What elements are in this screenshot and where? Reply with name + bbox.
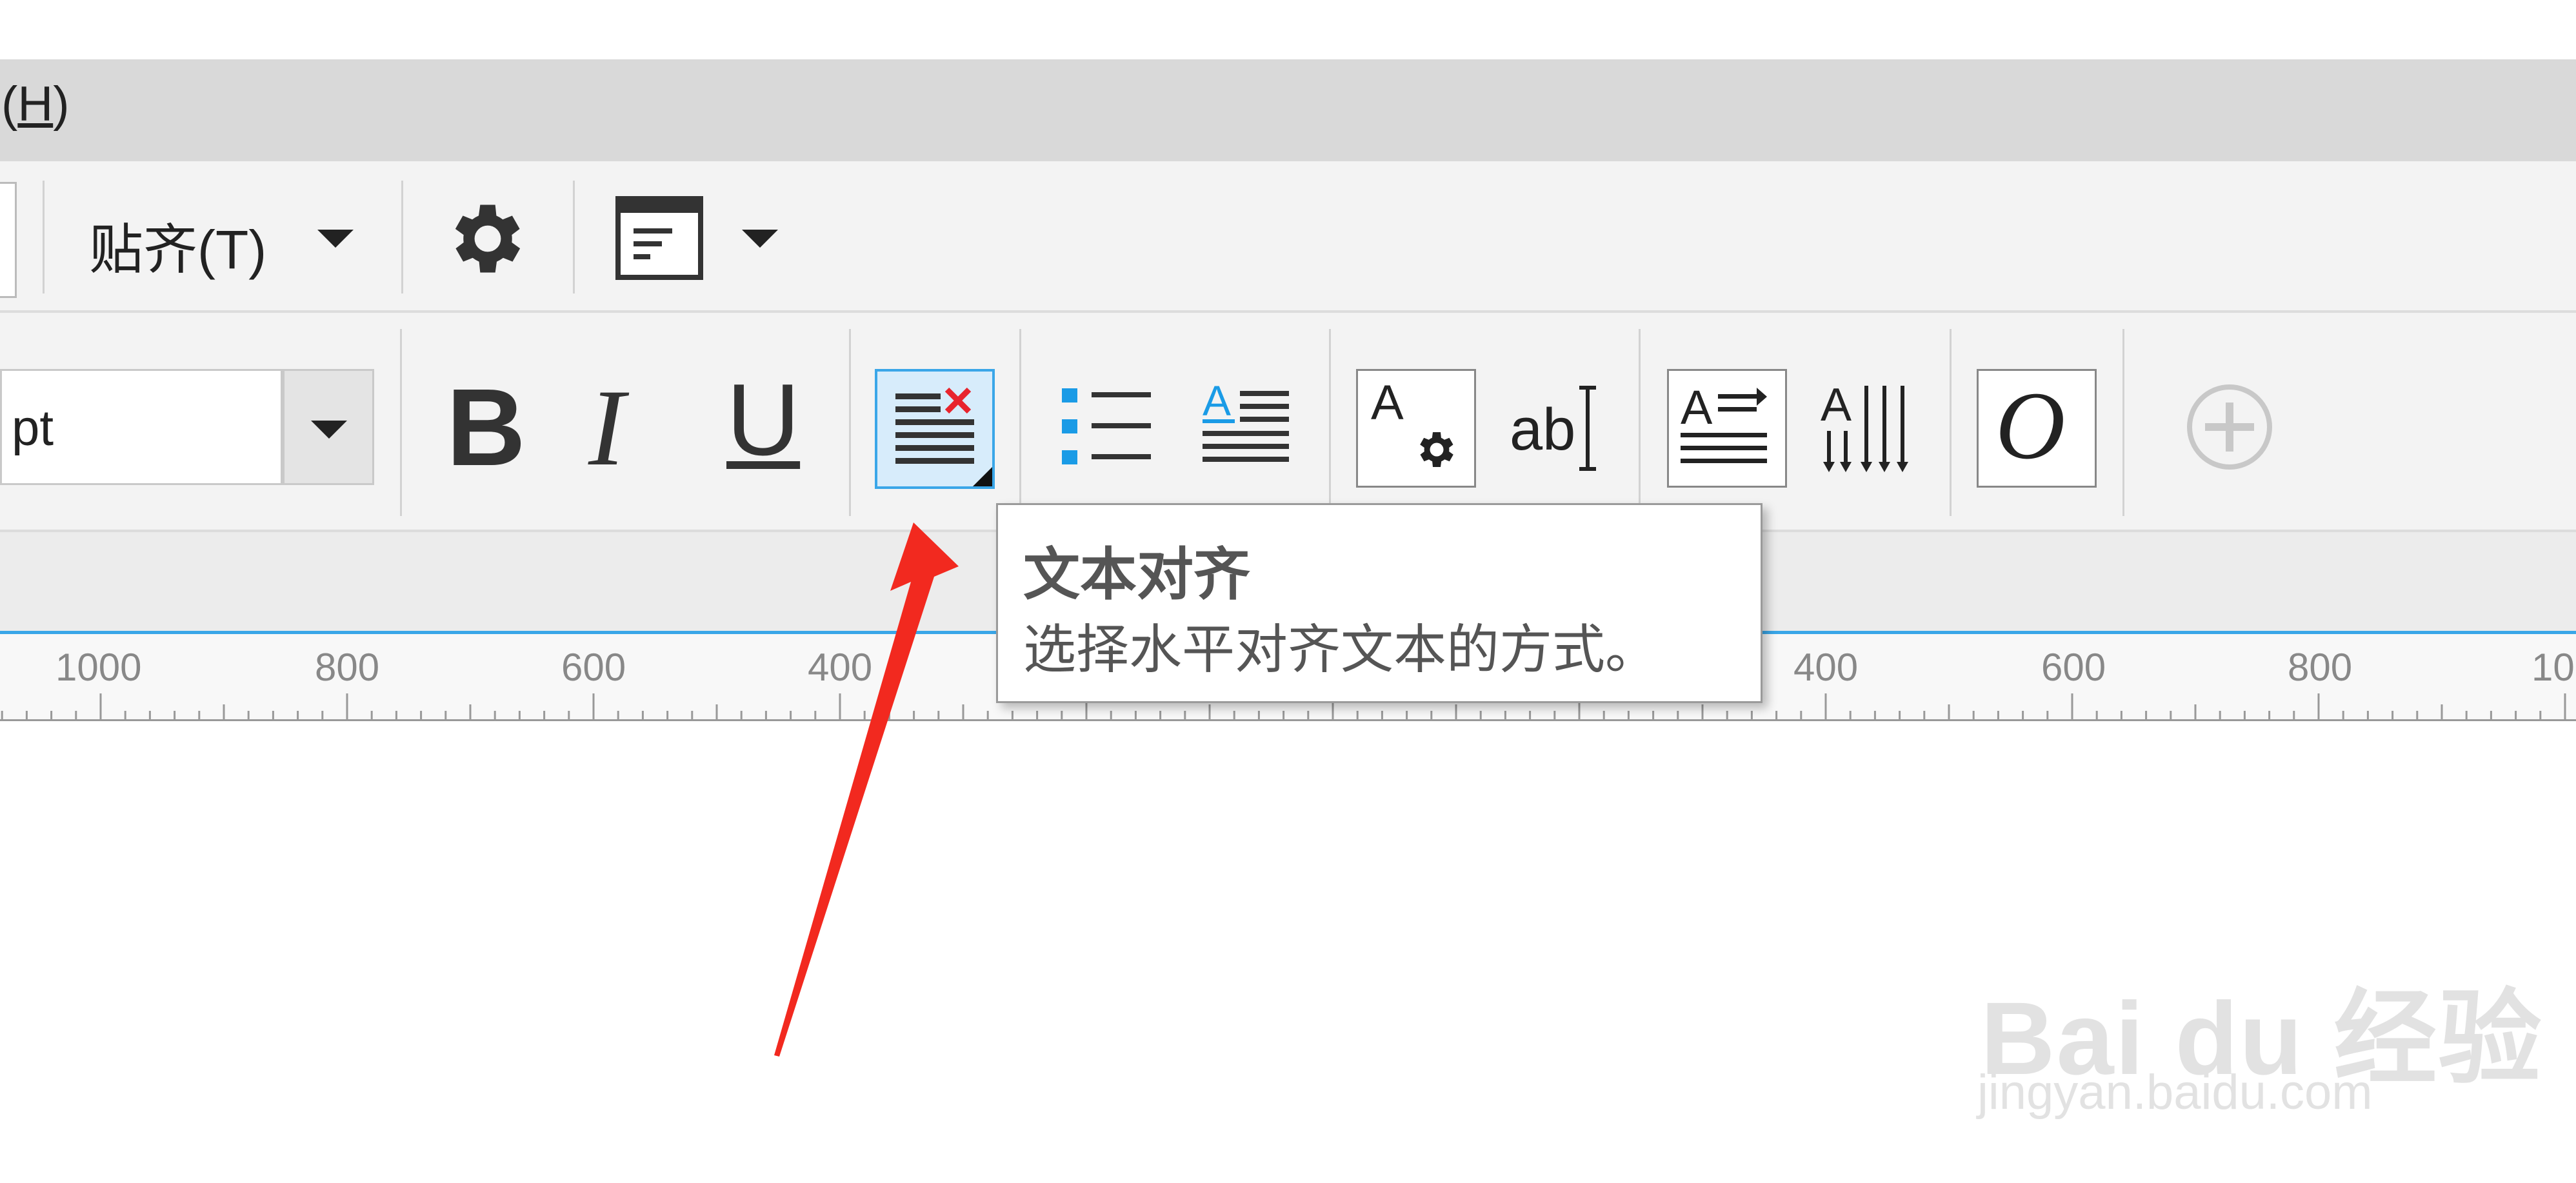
svg-text:A: A bbox=[1821, 379, 1852, 431]
toolbar-separator bbox=[401, 181, 403, 293]
character-format-button[interactable]: A bbox=[1356, 369, 1476, 488]
tooltip-title: 文本对齐 bbox=[1023, 542, 1251, 606]
text-field-button[interactable]: ab bbox=[1510, 396, 1575, 464]
ruler-label: 800 bbox=[2288, 646, 2353, 689]
text-align-button[interactable] bbox=[875, 369, 995, 489]
toolbar-separator bbox=[849, 329, 851, 516]
vertical-text-icon[interactable]: A bbox=[1821, 379, 1911, 476]
toolbar-standard bbox=[0, 161, 2576, 313]
add-property-icon[interactable] bbox=[2184, 382, 2275, 472]
toolbar-separator bbox=[573, 181, 575, 293]
zoom-field-edge[interactable] bbox=[0, 182, 17, 298]
ruler-label: 400 bbox=[1793, 646, 1859, 689]
toolbar-separator bbox=[1329, 329, 1331, 516]
text-frame-label: O bbox=[1995, 372, 2066, 479]
gear-small-icon bbox=[1420, 432, 1453, 467]
toolbar-separator bbox=[1019, 329, 1021, 516]
menu-help-prefix: ( bbox=[1, 77, 18, 132]
font-size-value: pt bbox=[12, 399, 54, 456]
toolbar-separator bbox=[43, 181, 45, 293]
ruler-label: 600 bbox=[2041, 646, 2106, 689]
ruler-label: 1000 bbox=[55, 646, 142, 689]
character-format-label: A bbox=[1371, 375, 1404, 430]
text-align-none-icon bbox=[895, 387, 992, 486]
ruler-label: 800 bbox=[315, 646, 380, 689]
snap-dropdown-arrow-icon[interactable] bbox=[317, 230, 354, 248]
drop-cap-icon[interactable]: A bbox=[1201, 382, 1292, 472]
ruler-label: 600 bbox=[561, 646, 626, 689]
annotation-arrow-icon bbox=[774, 522, 959, 1057]
toolbar-separator bbox=[1950, 329, 1952, 516]
paragraph-format-button[interactable]: A bbox=[1667, 369, 1787, 488]
ruler-label: 10 bbox=[2531, 646, 2575, 689]
window-dropdown-arrow-icon[interactable] bbox=[742, 230, 778, 248]
font-size-dropdown-arrow-icon bbox=[311, 421, 347, 439]
toolbar-separator bbox=[2122, 329, 2124, 516]
text-field-label: ab bbox=[1510, 397, 1576, 462]
bullet-list-icon[interactable] bbox=[1058, 382, 1155, 472]
tooltip-description: 选择水平对齐文本的方式。 bbox=[1023, 621, 1659, 679]
baidu-watermark-url: jingyan.baidu.com bbox=[1977, 1065, 2373, 1120]
menu-help-key: H bbox=[17, 77, 54, 132]
paragraph-format-icon: A bbox=[1681, 381, 1767, 463]
gear-icon[interactable] bbox=[443, 194, 533, 284]
text-frame-button[interactable]: O bbox=[1977, 369, 2097, 488]
menu-item-help[interactable]: (H) bbox=[1, 76, 70, 132]
svg-text:A: A bbox=[1203, 382, 1231, 424]
toolbar-separator bbox=[1639, 329, 1641, 516]
menu-help-suffix: ) bbox=[53, 77, 70, 132]
italic-button[interactable]: I bbox=[588, 373, 625, 482]
window-layout-icon[interactable] bbox=[615, 196, 703, 280]
menu-bar bbox=[0, 59, 2576, 161]
snap-to-menu-button[interactable]: 贴齐(T) bbox=[89, 206, 266, 284]
text-cursor-icon bbox=[1579, 386, 1596, 471]
underline-button[interactable]: U bbox=[726, 369, 800, 471]
bold-button[interactable]: B bbox=[446, 373, 526, 482]
toolbar-separator bbox=[400, 329, 402, 516]
svg-text:A: A bbox=[1681, 381, 1713, 434]
